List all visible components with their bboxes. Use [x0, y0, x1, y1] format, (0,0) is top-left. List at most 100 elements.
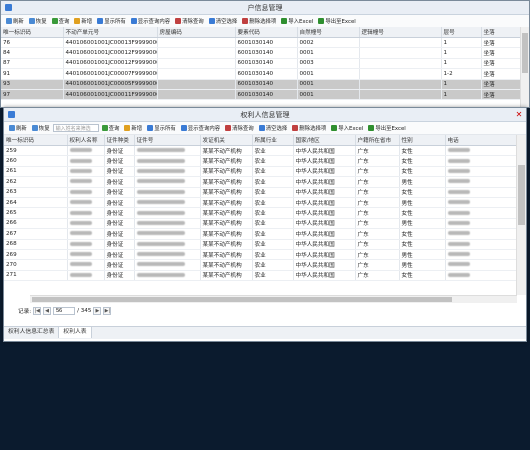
- table-row[interactable]: 264 身份证 某某不动产机构 农业 中华人民共和国 广东 男性: [4, 197, 517, 209]
- column-header[interactable]: 坐落: [481, 27, 521, 38]
- toolbar-icon-0: [6, 18, 12, 24]
- tab-0[interactable]: 权利人信息汇总表: [4, 327, 60, 338]
- toolbar-button-7[interactable]: 清空选择: [257, 123, 290, 133]
- next-page-button[interactable]: ▶: [93, 307, 102, 315]
- table-row[interactable]: 97 440106001001JC00011F99990001 6001030140…: [1, 89, 521, 101]
- toolbar-button-10[interactable]: 导出至Excel: [316, 16, 357, 26]
- search-input[interactable]: 输入姓名来筛选: [52, 124, 99, 132]
- column-header[interactable]: 电话: [445, 135, 517, 146]
- toolbar-button-0[interactable]: 刷新: [7, 123, 29, 133]
- table-cell: 农业: [252, 249, 294, 261]
- table-row[interactable]: 91 440106001001JC00007F99990001 6001030140…: [1, 68, 521, 80]
- page-number-input[interactable]: [53, 307, 76, 315]
- table-cell: [134, 228, 201, 240]
- table-cell: 0001: [297, 79, 360, 90]
- rights-scroll-thumb[interactable]: [518, 165, 525, 225]
- toolbar-button-6[interactable]: 清除查询: [223, 123, 256, 133]
- column-header[interactable]: 户籍所在省市: [355, 135, 400, 146]
- toolbar-button-8[interactable]: 删除选择项: [290, 123, 328, 133]
- toolbar-button-7[interactable]: 清空选择: [207, 16, 240, 26]
- table-row[interactable]: 266 身份证 某某不动产机构 农业 中华人民共和国 广东 男性: [4, 218, 517, 230]
- table-cell: 440106001001JC00007F99990001: [63, 68, 158, 80]
- household-vertical-scrollbar[interactable]: [520, 27, 529, 107]
- column-header[interactable]: 层号: [441, 27, 482, 38]
- toolbar-button-1[interactable]: 恢复: [30, 123, 52, 133]
- toolbar-button-6[interactable]: 清除查询: [173, 16, 206, 26]
- column-header[interactable]: 证件号: [134, 135, 201, 146]
- table-cell: 男性: [399, 249, 446, 261]
- table-cell: 中华人民共和国: [293, 197, 356, 209]
- column-header[interactable]: 不动产单元号: [63, 27, 158, 38]
- toolbar-button-0[interactable]: 刷新: [4, 16, 26, 26]
- toolbar-button-8[interactable]: 删除选择项: [240, 16, 278, 26]
- toolbar-button-5[interactable]: 显示查询内容: [129, 16, 172, 26]
- toolbar-icon-8: [292, 125, 299, 131]
- column-header[interactable]: 国家/地区: [293, 135, 356, 146]
- table-row[interactable]: 87 440106001001JC00012F99990003 6001030140…: [1, 58, 521, 70]
- column-header[interactable]: 发证机关: [200, 135, 253, 146]
- table-cell: [359, 58, 442, 70]
- table-cell: 广东: [355, 155, 400, 167]
- table-row[interactable]: 265 身份证 某某不动产机构 农业 中华人民共和国 广东 女性: [4, 207, 517, 219]
- toolbar-button-5[interactable]: 显示查询内容: [179, 123, 222, 133]
- prev-page-button[interactable]: ◀: [43, 307, 52, 315]
- column-header[interactable]: 权利人名称: [67, 135, 105, 146]
- table-row[interactable]: 267 身份证 某某不动产机构 农业 中华人民共和国 广东 女性: [4, 228, 517, 240]
- toolbar-button-9[interactable]: 导入Excel: [329, 123, 365, 133]
- toolbar-label: 显示所有: [154, 126, 176, 132]
- toolbar-button-4[interactable]: 显示所有: [95, 16, 128, 26]
- redacted-value: [136, 200, 185, 205]
- table-cell: [134, 270, 201, 282]
- toolbar-button-10[interactable]: 导出至Excel: [366, 123, 407, 133]
- column-header[interactable]: 唯一标识码: [4, 135, 68, 146]
- table-cell: [157, 68, 236, 80]
- first-page-button[interactable]: |◀: [33, 307, 42, 315]
- column-header[interactable]: 证件种类: [104, 135, 135, 146]
- table-row[interactable]: 93 440106001001JC00005F99990001 6001030140…: [1, 79, 521, 90]
- toolbar-button-1[interactable]: 恢复: [27, 16, 49, 26]
- redacted-value: [69, 262, 92, 267]
- table-row[interactable]: 84 440106001001JC00012F99990001 6001030140…: [1, 47, 521, 59]
- toolbar-button-9[interactable]: 导入Excel: [279, 16, 315, 26]
- toolbar-button-2[interactable]: 查询: [50, 16, 72, 26]
- column-header[interactable]: 唯一标识码: [1, 27, 64, 38]
- table-cell: 268: [4, 239, 68, 250]
- household-scroll-thumb[interactable]: [522, 33, 528, 73]
- table-row[interactable]: 271 身份证 某某不动产机构 农业 中华人民共和国 广东 女性: [4, 270, 517, 282]
- toolbar-button-3[interactable]: 新增: [122, 123, 144, 133]
- toolbar-button-3[interactable]: 新增: [72, 16, 94, 26]
- column-header[interactable]: 性别: [399, 135, 446, 146]
- last-page-button[interactable]: ▶|: [103, 307, 112, 315]
- column-header[interactable]: 逻辑幢号: [359, 27, 442, 38]
- column-header[interactable]: 房屋编码: [157, 27, 236, 38]
- column-header[interactable]: 自然幢号: [297, 27, 360, 38]
- table-row[interactable]: 268 身份证 某某不动产机构 农业 中华人民共和国 广东 女性: [4, 239, 517, 250]
- table-row[interactable]: 261 身份证 某某不动产机构 农业 中华人民共和国 广东 女性: [4, 166, 517, 178]
- household-info-window: 户信息管理 刷新 恢复 查询 新增 显示所有 显示查询内容 清除查询 清空选择 删除选择项 导入E…: [0, 0, 530, 108]
- toolbar-button-2[interactable]: 查询: [100, 123, 122, 133]
- column-header[interactable]: 所属行业: [252, 135, 294, 146]
- table-cell: [157, 37, 236, 49]
- table-row[interactable]: 76 440106001001JC00013F99990002 6001030140…: [1, 37, 521, 49]
- tab-1[interactable]: 权利人表: [59, 327, 92, 338]
- table-row[interactable]: 262 身份证 某某不动产机构 农业 中华人民共和国 广东 男性: [4, 176, 517, 188]
- table-row[interactable]: 259 身份证 某某不动产机构 农业 中华人民共和国 广东 女性: [4, 145, 517, 157]
- redacted-value: [447, 158, 470, 163]
- rights-hscroll-thumb[interactable]: [32, 297, 452, 302]
- table-cell: 男性: [399, 176, 446, 188]
- column-header[interactable]: 要素代码: [235, 27, 298, 38]
- toolbar-icon-4: [97, 18, 104, 24]
- rights-horizontal-scrollbar[interactable]: [30, 295, 517, 303]
- rights-vertical-scrollbar[interactable]: [516, 135, 526, 295]
- table-cell: [67, 270, 105, 282]
- table-cell: [157, 89, 236, 101]
- table-row[interactable]: 269 身份证 某某不动产机构 农业 中华人民共和国 广东 男性: [4, 249, 517, 261]
- table-row[interactable]: 263 身份证 某某不动产机构 农业 中华人民共和国 广东 女性: [4, 187, 517, 198]
- table-row[interactable]: 270 身份证 某某不动产机构 农业 中华人民共和国 广东 男性: [4, 259, 517, 271]
- table-cell: [445, 155, 517, 167]
- toolbar-button-4[interactable]: 显示所有: [145, 123, 178, 133]
- table-cell: 农业: [252, 239, 294, 250]
- rights-window-title: 权利人信息管理: [240, 110, 290, 119]
- table-row[interactable]: 260 身份证 某某不动产机构 农业 中华人民共和国 广东 女性: [4, 155, 517, 167]
- close-icon[interactable]: ✕: [512, 108, 526, 121]
